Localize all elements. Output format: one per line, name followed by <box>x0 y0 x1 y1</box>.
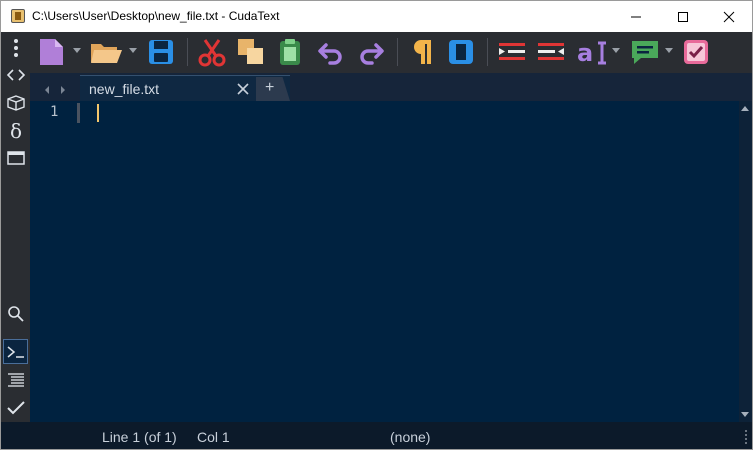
line-number: 1 <box>50 104 59 120</box>
close-icon <box>723 11 735 22</box>
side-panel-bar: δ <box>1 32 30 422</box>
new-file-dropdown[interactable] <box>73 48 81 53</box>
console-icon <box>7 345 24 358</box>
chevron-left-right-icon <box>45 86 65 94</box>
tab-label: new_file.txt <box>89 81 160 97</box>
indent-button[interactable] <box>495 36 529 68</box>
text-case-button[interactable]: a <box>576 36 610 68</box>
title-bar: C:\Users\User\Desktop\new_file.txt - Cud… <box>1 1 752 32</box>
comment-icon <box>632 41 658 64</box>
word-wrap-button[interactable] <box>445 36 477 68</box>
code-brackets-icon <box>6 68 25 81</box>
text-case-icon: a <box>577 39 606 67</box>
undo-button[interactable] <box>315 36 347 68</box>
scroll-up-arrow[interactable] <box>741 106 749 111</box>
unindent-icon <box>538 43 564 60</box>
checkbox-icon <box>684 40 708 64</box>
tab-scroll-arrows[interactable] <box>44 82 66 100</box>
add-tab-label: + <box>265 79 275 96</box>
toolbar-separator <box>187 38 188 66</box>
redo-icon <box>360 43 384 65</box>
validate-button[interactable] <box>3 395 28 420</box>
scissors-icon <box>198 39 226 67</box>
status-column[interactable]: Col 1 <box>197 429 230 445</box>
copy-icon <box>238 39 263 64</box>
window-icon <box>6 150 25 165</box>
tabs-panel-button[interactable] <box>3 145 28 170</box>
maximize-button[interactable] <box>660 1 706 32</box>
minimize-icon <box>631 16 641 17</box>
checkbox-button[interactable] <box>681 36 711 68</box>
file-new-icon <box>40 39 63 65</box>
resize-grip[interactable] <box>741 430 747 444</box>
svg-text:δ: δ <box>10 119 22 141</box>
toolbar-separator <box>397 38 398 66</box>
text-caret <box>97 104 99 122</box>
code-tree-button[interactable] <box>3 62 28 87</box>
delta-icon: δ <box>10 119 22 141</box>
undo-icon <box>318 43 342 65</box>
toolbar-separator <box>487 38 488 66</box>
open-file-button[interactable] <box>89 36 123 68</box>
pilcrow-icon <box>414 40 431 64</box>
menu-button[interactable] <box>3 35 28 60</box>
open-file-dropdown[interactable] <box>129 48 137 53</box>
close-icon <box>237 83 249 95</box>
status-bar: Line 1 (of 1) Col 1 (none) <box>1 422 752 449</box>
wrap-frame-icon <box>449 40 473 64</box>
status-line[interactable]: Line 1 (of 1) <box>102 429 177 445</box>
editor-area[interactable]: 1 <box>30 101 739 422</box>
close-window-button[interactable] <box>706 1 752 32</box>
toolbar: a <box>1 32 752 73</box>
checkmark-icon <box>6 400 25 414</box>
svg-text:a: a <box>577 39 593 67</box>
show-unprinted-button[interactable] <box>408 36 438 68</box>
snippets-button[interactable]: δ <box>3 117 28 142</box>
floppy-save-icon <box>149 40 173 64</box>
new-file-button[interactable] <box>36 36 66 68</box>
output-button[interactable] <box>3 367 28 392</box>
gutter-marker <box>77 103 80 123</box>
clipboard-paste-icon <box>280 39 300 65</box>
unindent-button[interactable] <box>534 36 568 68</box>
folder-open-icon <box>91 44 122 63</box>
status-lexer[interactable]: (none) <box>390 429 430 445</box>
tab-close-button[interactable] <box>237 82 249 100</box>
save-button[interactable] <box>146 36 176 68</box>
paste-button[interactable] <box>275 36 305 68</box>
search-icon <box>7 305 24 322</box>
list-icon <box>7 372 24 387</box>
indent-icon <box>499 43 525 60</box>
comment-button[interactable] <box>629 36 661 68</box>
redo-button[interactable] <box>355 36 387 68</box>
copy-button[interactable] <box>235 36 267 68</box>
text-case-dropdown[interactable] <box>612 48 620 53</box>
scroll-down-arrow[interactable] <box>741 412 749 417</box>
search-panel-button[interactable] <box>3 301 28 326</box>
tab-bar: new_file.txt + <box>30 73 752 101</box>
vertical-dots-icon <box>13 38 18 57</box>
comment-dropdown[interactable] <box>665 48 673 53</box>
console-button[interactable] <box>3 339 28 364</box>
window-title: C:\Users\User\Desktop\new_file.txt - Cud… <box>32 9 280 23</box>
package-icon <box>6 94 25 111</box>
maximize-icon <box>678 11 688 22</box>
app-icon <box>11 9 25 23</box>
minimize-button[interactable] <box>613 1 659 32</box>
project-button[interactable] <box>3 90 28 115</box>
vertical-scrollbar[interactable] <box>739 101 752 422</box>
app-window: C:\Users\User\Desktop\new_file.txt - Cud… <box>0 0 753 450</box>
cut-button[interactable] <box>196 36 228 68</box>
